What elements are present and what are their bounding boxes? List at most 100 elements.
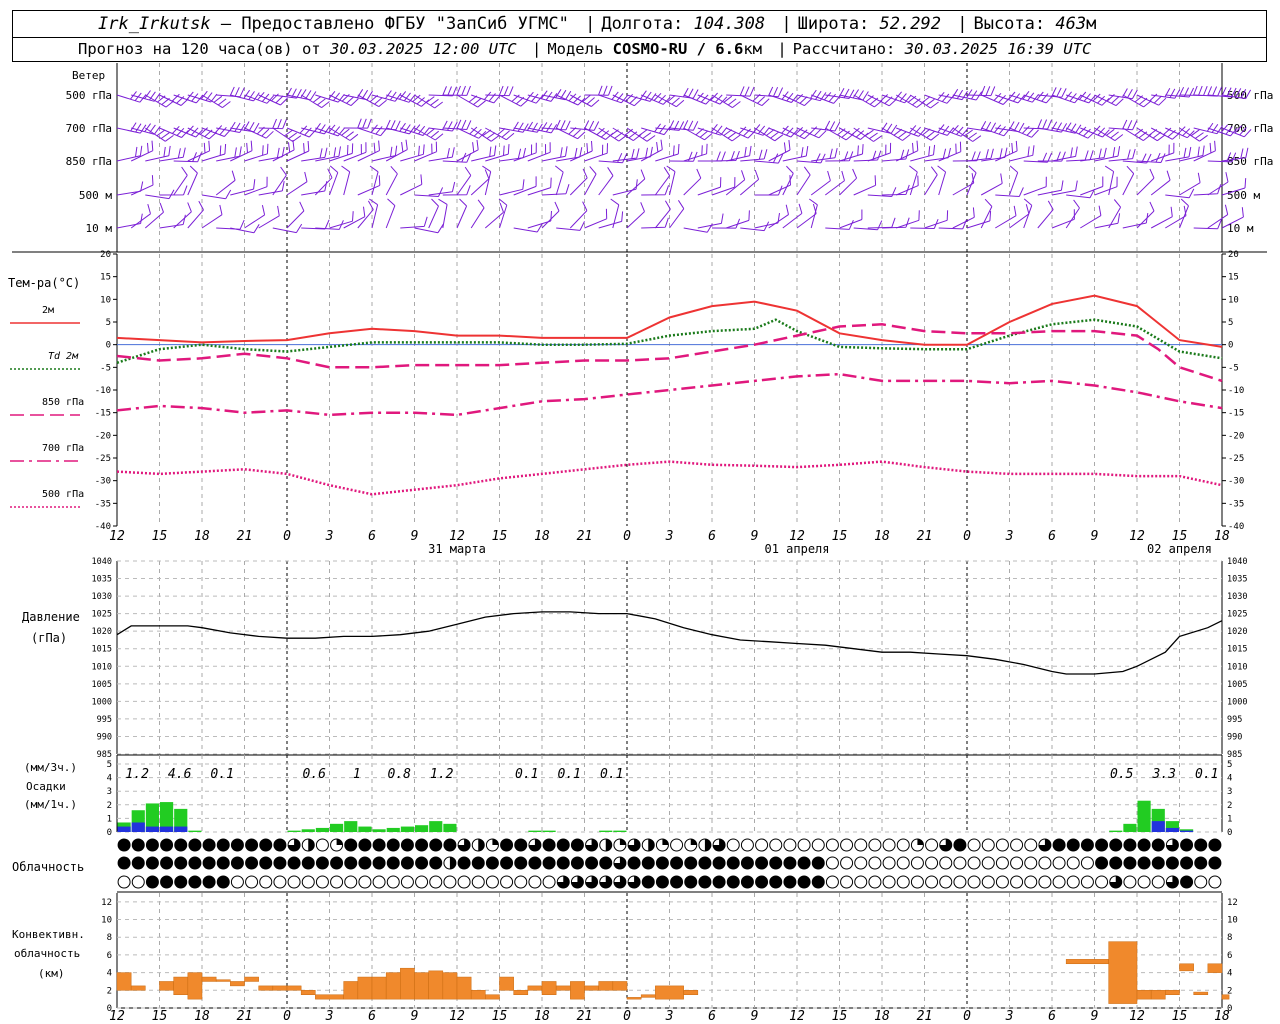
time-axis-hour-label-bottom: 9 <box>411 1009 419 1024</box>
cloud-cover-symbol <box>967 838 981 852</box>
cloud-cover-symbol <box>967 875 981 889</box>
cloud-cover-symbol <box>896 875 910 889</box>
cloud-cover-symbol <box>783 838 797 852</box>
wind-barb <box>725 170 746 196</box>
cloud-cover-symbol <box>1024 875 1038 889</box>
wind-barb <box>811 147 838 162</box>
cloud-cover-symbol <box>174 856 188 870</box>
temp-legend-label: 850 гПа <box>42 397 84 408</box>
conv-tick-label-left: 10 <box>101 916 112 926</box>
time-axis-hour-label: 3 <box>325 529 334 544</box>
wind-barb <box>438 198 448 229</box>
conv-cloud-bar <box>258 985 274 991</box>
cloud-cover-symbol <box>400 838 414 852</box>
cloud-cover-symbol <box>1066 875 1080 889</box>
cloud-cover-symbol <box>1123 838 1137 852</box>
conv-cloud-bar <box>1165 990 1180 995</box>
time-axis-hour-label: 0 <box>623 529 631 544</box>
wind-barb <box>952 173 975 196</box>
time-axis-hour-label: 18 <box>874 529 890 544</box>
pressure-tick-label-left: 1020 <box>92 627 112 637</box>
cloud-cover-symbol <box>160 856 174 870</box>
cloud-cover-symbol <box>259 856 273 870</box>
wind-barb <box>584 208 608 229</box>
cloud-cover-symbol <box>372 838 386 852</box>
precip-tick-label-left: 3 <box>107 787 112 797</box>
time-axis-date-label: 31 марта <box>428 542 486 556</box>
time-axis-hour-label-bottom: 21 <box>577 1009 593 1024</box>
conv-cloud-bar <box>570 981 585 1000</box>
wind-barb <box>641 185 670 196</box>
wind-barb <box>286 171 308 196</box>
wind-barb <box>1150 127 1181 140</box>
cloud-cover-symbol <box>542 875 556 889</box>
cloud-cover-symbol <box>953 856 967 870</box>
cloud-cover-symbol <box>542 856 556 870</box>
cloud-cover-symbol <box>769 875 783 889</box>
cloud-cover-symbol <box>882 875 896 889</box>
cloud-cover-symbol <box>216 838 230 852</box>
cloud-cover-symbol <box>245 875 259 889</box>
precip-liquid-bar <box>358 826 372 832</box>
wind-barb <box>286 140 310 162</box>
time-axis-hour-label-bottom: 21 <box>917 1009 933 1024</box>
cloud-cover-symbol <box>457 856 471 870</box>
conv-cloud-bar <box>300 990 316 995</box>
wind-barb <box>881 127 911 141</box>
precip-liquid-bar <box>1109 830 1123 832</box>
wind-barb <box>1136 93 1167 106</box>
wind-barb <box>244 91 274 104</box>
cloud-cover-symbol <box>896 838 910 852</box>
wind-barb <box>697 177 722 196</box>
cloud-cover-symbol <box>726 856 740 870</box>
cloud-cover-symbol <box>783 856 797 870</box>
cloud-cover-symbol <box>358 856 372 870</box>
time-axis-hour-label: 15 <box>832 529 848 544</box>
wind-barb <box>839 144 864 162</box>
cloud-cover-symbol <box>854 856 868 870</box>
cloud-cover-symbol <box>698 875 712 889</box>
time-axis-hour-label-bottom: 3 <box>665 1009 674 1024</box>
time-axis-hour-label: 3 <box>665 529 674 544</box>
cloud-cover-symbol <box>882 856 896 870</box>
meteogram: Ветер 500 гПа 500 гПа 700 гПа 700 гПа 850 гПа… <box>8 63 1273 1024</box>
cloud-cover-fill <box>449 857 456 869</box>
cloud-cover-fill <box>605 839 612 851</box>
cloud-cover-symbol <box>981 875 995 889</box>
cloud-cover-symbol <box>684 875 698 889</box>
cloud-cover-symbol <box>443 875 457 889</box>
cloud-cover-symbol <box>230 838 244 852</box>
pressure-tick-label-right: 995 <box>1227 715 1242 725</box>
time-axis-hour-label: 18 <box>534 529 550 544</box>
time-axis-hour-label: 9 <box>411 529 419 544</box>
precip-liquid-bar <box>315 827 329 832</box>
cloud-cover-symbol <box>415 856 429 870</box>
wind-barb <box>1179 198 1189 229</box>
wind-barb <box>116 181 144 196</box>
conv-cloud-bar <box>343 981 359 1000</box>
pressure-tick-label-right: 1000 <box>1227 697 1247 707</box>
cloud-cover-symbol <box>230 856 244 870</box>
cloud-cover-symbol <box>1208 838 1222 852</box>
temp-tick-label-left: -5 <box>100 363 111 373</box>
wind-barb <box>556 221 585 231</box>
cloud-cover-fill <box>690 839 697 845</box>
wind-barb <box>371 119 401 131</box>
conv-cloud-bar <box>315 994 344 1000</box>
temp-tick-label-right: -40 <box>1228 522 1244 532</box>
cloud-cover-fill <box>619 839 626 845</box>
conv-cloud-bar <box>414 972 429 1000</box>
cloud-cover-symbol <box>641 856 655 870</box>
wind-barb <box>1179 145 1205 162</box>
cloud-cover-symbol <box>344 875 358 889</box>
cloud-cover-fill <box>704 839 711 851</box>
wind-barb <box>853 220 883 231</box>
cloud-cover-symbol <box>1151 838 1165 852</box>
wind-barb <box>159 93 189 106</box>
wind-barb <box>485 144 510 162</box>
cloud-cover-symbol <box>1208 875 1222 889</box>
wind-barb <box>782 165 794 196</box>
cloud-cover-symbol <box>160 875 174 889</box>
precip-liquid-bar <box>287 830 301 832</box>
wind-barb <box>1051 91 1082 104</box>
